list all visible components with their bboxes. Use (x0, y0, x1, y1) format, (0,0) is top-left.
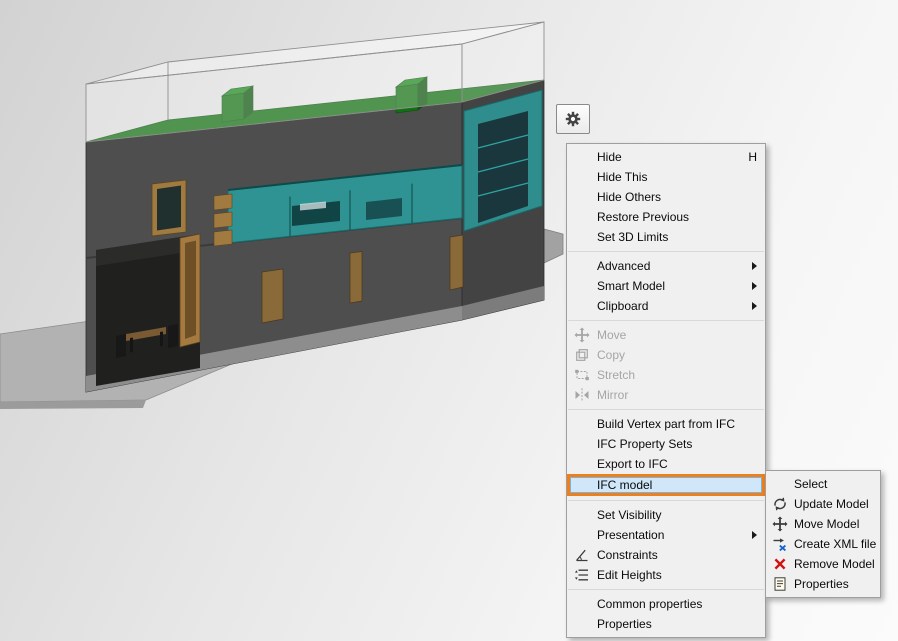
menu-item-set-3d-limits[interactable]: Set 3D Limits (567, 227, 765, 247)
submenu-arrow-icon (752, 302, 757, 310)
menu-item-label: Presentation (597, 528, 664, 542)
create-xml-file-icon (772, 536, 788, 552)
stretch-icon (574, 367, 590, 383)
menu-item-advanced[interactable]: Advanced (567, 256, 765, 276)
menu-item-hide[interactable]: Hide H (567, 147, 765, 167)
move-icon (574, 327, 590, 343)
menu-item-label: Hide (597, 150, 622, 164)
right-slab (544, 229, 563, 263)
application-window: Hide H Hide This Hide Others Restore Pre… (0, 0, 898, 641)
menu-item-label: Properties (597, 617, 652, 631)
menu-item-hide-this[interactable]: Hide This (567, 167, 765, 187)
update-model-icon (772, 496, 788, 512)
edit-heights-icon (574, 567, 590, 583)
menu-item-label: Mirror (597, 388, 628, 402)
submenu-arrow-icon (752, 531, 757, 539)
menu-item-label: IFC Property Sets (597, 437, 692, 451)
menu-item-label: Remove Model (794, 557, 875, 571)
menu-separator (568, 409, 764, 410)
menu-item-label: IFC model (597, 478, 652, 492)
submenu-item-remove-model[interactable]: Remove Model (766, 554, 880, 574)
gear-icon (565, 111, 581, 127)
menu-separator (568, 589, 764, 590)
menu-item-edit-heights[interactable]: Edit Heights (567, 565, 765, 585)
copy-icon (574, 347, 590, 363)
menu-item-label: Set 3D Limits (597, 230, 668, 244)
menu-item-label: Move Model (794, 517, 859, 531)
menu-item-copy: Copy (567, 345, 765, 365)
submenu-arrow-icon (752, 282, 757, 290)
submenu-item-move-model[interactable]: Move Model (766, 514, 880, 534)
menu-item-mirror: Mirror (567, 385, 765, 405)
menu-item-ifc-model[interactable]: IFC model (567, 474, 765, 496)
context-toolbar-button[interactable] (556, 104, 590, 134)
menu-item-label: Copy (597, 348, 625, 362)
submenu-arrow-icon (752, 262, 757, 270)
menu-separator (568, 320, 764, 321)
menu-item-label: Update Model (794, 497, 869, 511)
menu-item-set-visibility[interactable]: Set Visibility (567, 505, 765, 525)
constraints-icon (574, 547, 590, 563)
submenu-item-select[interactable]: Select (766, 474, 880, 494)
menu-item-label: Restore Previous (597, 210, 689, 224)
menu-item-label: Export to IFC (597, 457, 668, 471)
menu-item-label: Properties (794, 577, 849, 591)
menu-item-shortcut: H (736, 150, 757, 164)
context-menu: Hide H Hide This Hide Others Restore Pre… (566, 143, 766, 638)
menu-item-label: Build Vertex part from IFC (597, 417, 735, 431)
move-model-icon (772, 516, 788, 532)
menu-item-label: Create XML file (794, 537, 876, 551)
remove-model-icon (772, 556, 788, 572)
menu-item-clipboard[interactable]: Clipboard (567, 296, 765, 316)
menu-item-label: Stretch (597, 368, 635, 382)
menu-item-restore-previous[interactable]: Restore Previous (567, 207, 765, 227)
building-model-illustration (0, 0, 600, 420)
menu-item-stretch: Stretch (567, 365, 765, 385)
submenu-item-update-model[interactable]: Update Model (766, 494, 880, 514)
ifc-model-submenu: Select Update Model Move Model Create XM… (765, 470, 881, 598)
right-end-glass (464, 90, 542, 231)
menu-item-label: Constraints (597, 548, 658, 562)
menu-item-move: Move (567, 325, 765, 345)
menu-item-common-properties[interactable]: Common properties (567, 594, 765, 614)
menu-item-label: Smart Model (597, 279, 665, 293)
menu-item-hide-others[interactable]: Hide Others (567, 187, 765, 207)
menu-item-label: Common properties (597, 597, 702, 611)
submenu-item-create-xml-file[interactable]: Create XML file (766, 534, 880, 554)
menu-item-label: Set Visibility (597, 508, 661, 522)
mirror-icon (574, 387, 590, 403)
menu-item-label: Advanced (597, 259, 650, 273)
menu-item-export-to-ifc[interactable]: Export to IFC (567, 454, 765, 474)
menu-item-label: Hide Others (597, 190, 661, 204)
menu-item-properties[interactable]: Properties (567, 614, 765, 634)
menu-item-label: Select (794, 477, 827, 491)
menu-item-constraints[interactable]: Constraints (567, 545, 765, 565)
submenu-item-properties[interactable]: Properties (766, 574, 880, 594)
menu-separator (568, 500, 764, 501)
properties-icon (772, 576, 788, 592)
menu-item-label: Clipboard (597, 299, 648, 313)
menu-separator (568, 251, 764, 252)
menu-item-smart-model[interactable]: Smart Model (567, 276, 765, 296)
cutaway-interior (96, 234, 200, 386)
menu-item-label: Edit Heights (597, 568, 662, 582)
menu-item-label: Move (597, 328, 626, 342)
menu-item-build-vertex-part-from-ifc[interactable]: Build Vertex part from IFC (567, 414, 765, 434)
menu-item-label: Hide This (597, 170, 647, 184)
menu-item-ifc-property-sets[interactable]: IFC Property Sets (567, 434, 765, 454)
menu-item-presentation[interactable]: Presentation (567, 525, 765, 545)
